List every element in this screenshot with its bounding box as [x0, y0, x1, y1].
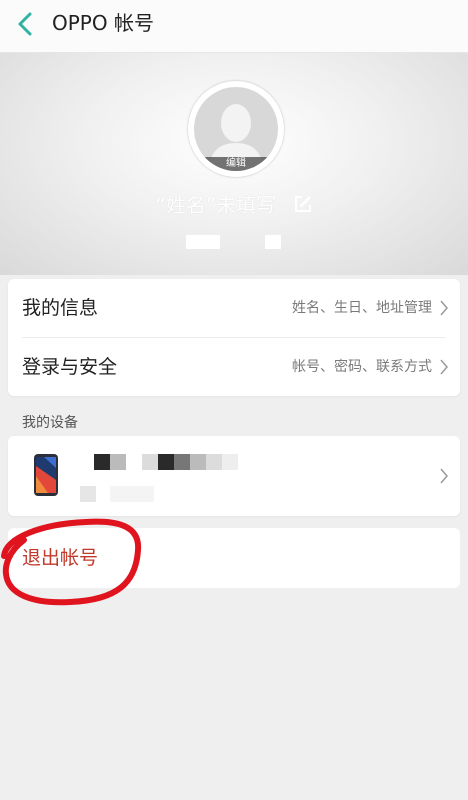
- page-title: OPPO 帐号: [52, 11, 154, 35]
- profile-header: 编辑 “姓名”未填写: [0, 53, 468, 275]
- my-info-label: 我的信息: [22, 297, 99, 319]
- my-devices-section-label: 我的设备: [22, 415, 78, 431]
- back-button[interactable]: [14, 10, 38, 38]
- my-info-detail: 姓名、生日、地址管理: [292, 300, 432, 316]
- profile-name: “姓名”未填写: [155, 193, 277, 217]
- login-security-label: 登录与安全: [22, 356, 118, 378]
- device-card[interactable]: [8, 436, 460, 516]
- avatar-edit-label[interactable]: 编辑: [194, 157, 278, 171]
- login-security-row[interactable]: 登录与安全 帐号、密码、联系方式: [8, 338, 460, 396]
- top-bar: OPPO 帐号: [0, 0, 468, 53]
- logout-button[interactable]: 退出帐号: [8, 528, 460, 588]
- chevron-left-icon: [18, 12, 32, 36]
- profile-name-row: “姓名”未填写: [0, 189, 468, 219]
- phone-wallpaper-icon: [36, 457, 56, 493]
- chevron-right-icon: [440, 300, 448, 316]
- login-security-detail: 帐号、密码、联系方式: [292, 359, 432, 375]
- edit-pencil-icon: [294, 196, 311, 212]
- account-id-redacted: [0, 235, 468, 251]
- logout-label: 退出帐号: [22, 547, 99, 569]
- phone-image: [34, 454, 58, 496]
- chevron-right-icon: [440, 468, 448, 484]
- avatar[interactable]: 编辑: [188, 81, 284, 177]
- edit-name-button[interactable]: [293, 194, 313, 219]
- avatar-image: 编辑: [194, 87, 278, 171]
- my-info-row[interactable]: 我的信息 姓名、生日、地址管理: [8, 279, 460, 337]
- chevron-right-icon: [440, 359, 448, 375]
- account-menu-card: 我的信息 姓名、生日、地址管理 登录与安全 帐号、密码、联系方式: [8, 279, 460, 396]
